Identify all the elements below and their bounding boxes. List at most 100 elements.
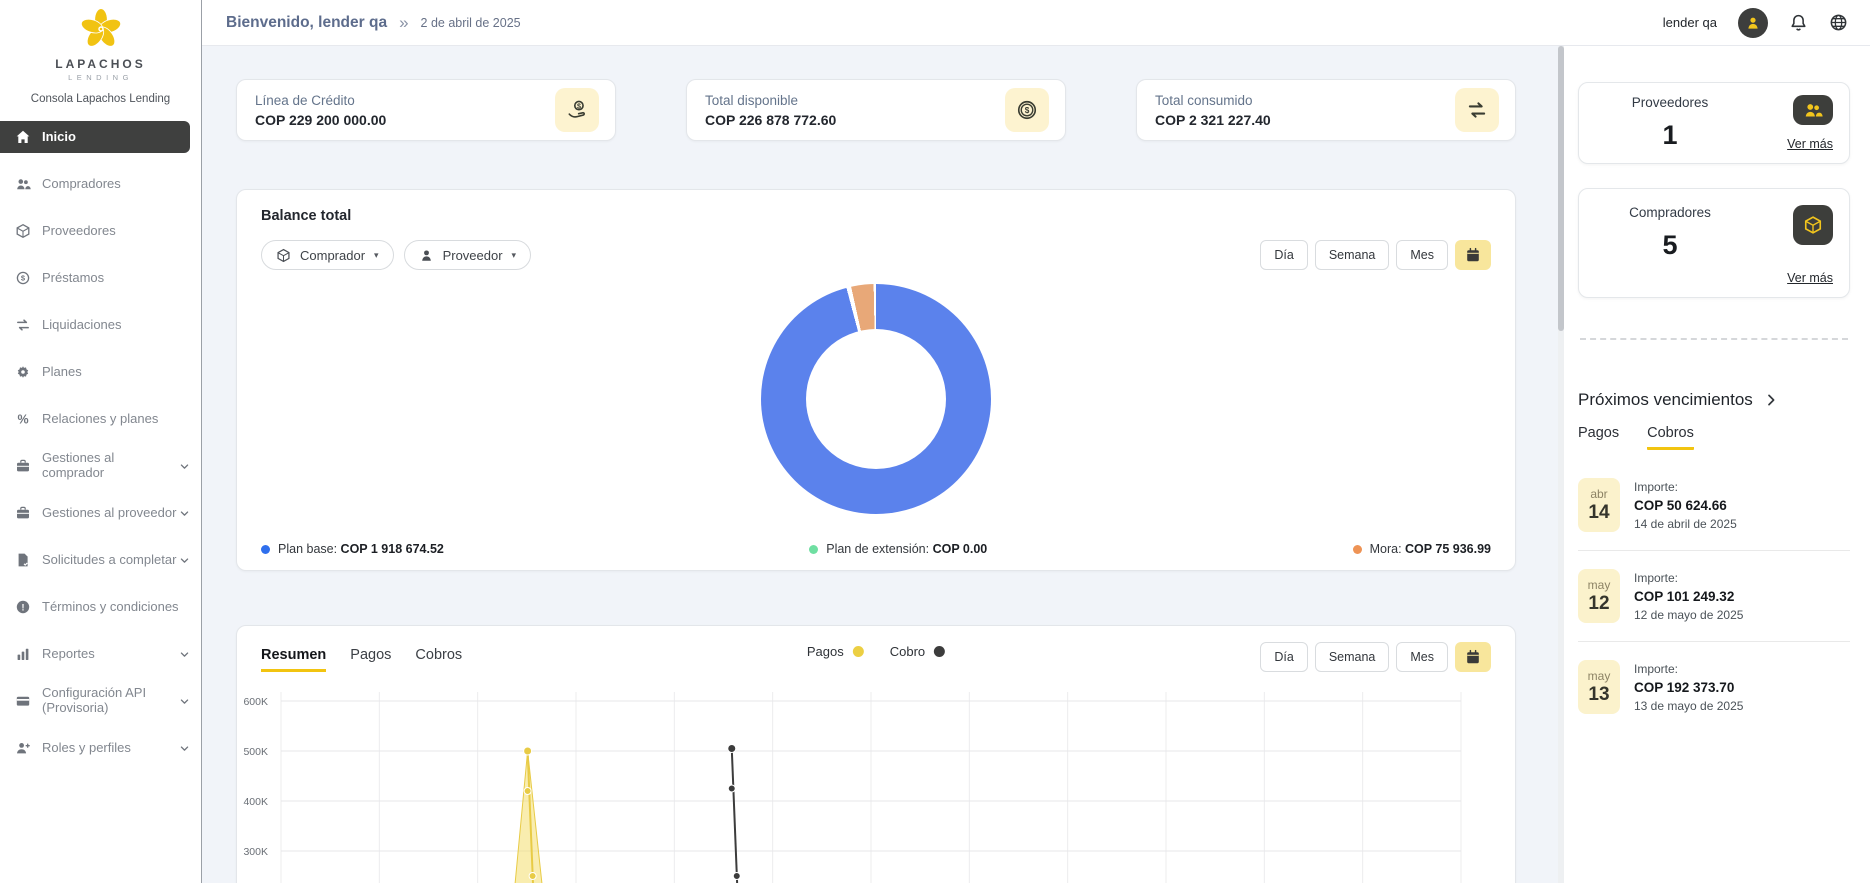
sidebar-item-prestamos[interactable]: $Préstamos bbox=[0, 262, 201, 294]
upcoming-tab-pagos[interactable]: Pagos bbox=[1578, 425, 1619, 450]
upcoming-tab-cobros[interactable]: Cobros bbox=[1647, 425, 1694, 450]
stat-card: Total consumidoCOP 2 321 227.40 bbox=[1136, 79, 1516, 141]
importe-amount: COP 101 249.32 bbox=[1634, 589, 1743, 604]
balance-period-semana[interactable]: Semana bbox=[1315, 240, 1390, 270]
dashed-divider bbox=[1580, 338, 1848, 340]
sidebar-item-terminos-y-condiciones[interactable]: !Términos y condiciones bbox=[0, 591, 201, 623]
bars-icon bbox=[15, 646, 31, 662]
date-chip: may12 bbox=[1578, 569, 1620, 623]
legend-dot-icon bbox=[261, 545, 270, 554]
balance-period-dia[interactable]: Día bbox=[1260, 240, 1307, 270]
line-chart-svg: 600K500K400K300K bbox=[241, 684, 1491, 883]
sidebar-item-gestiones-al-proveedor[interactable]: Gestiones al proveedor bbox=[0, 497, 201, 529]
right-card-label: Proveedores bbox=[1595, 95, 1745, 110]
balance-legend-item: Mora: COP 75 936.99 bbox=[1353, 542, 1491, 556]
right-card-icon-badge bbox=[1793, 205, 1833, 245]
chevron-right-icon[interactable] bbox=[1763, 392, 1779, 408]
svg-text:$: $ bbox=[577, 102, 581, 110]
summary-tab-resumen[interactable]: Resumen bbox=[261, 647, 326, 672]
summary-tabs-row: ResumenPagosCobros PagosCobro DíaSemanaM… bbox=[261, 642, 1491, 672]
importe-label: Importe: bbox=[1634, 571, 1743, 585]
home-icon bbox=[15, 129, 31, 145]
notifications-bell-button[interactable] bbox=[1789, 13, 1808, 32]
sidebar-item-reportes[interactable]: Reportes bbox=[0, 638, 201, 670]
stat-label: Total disponible bbox=[705, 93, 836, 108]
summary-tab-cobros[interactable]: Cobros bbox=[415, 647, 462, 672]
right-card-text: Proveedores 1 bbox=[1595, 95, 1745, 151]
sidebar-item-planes[interactable]: Planes bbox=[0, 356, 201, 388]
right-panel: Proveedores1Ver másCompradores5Ver más P… bbox=[1564, 46, 1870, 883]
sidebar-item-proveedores[interactable]: Proveedores bbox=[0, 215, 201, 247]
stat-icon-badge bbox=[1455, 88, 1499, 132]
sidebar-item-label: Liquidaciones bbox=[42, 318, 122, 333]
header-date: 2 de abril de 2025 bbox=[421, 16, 521, 30]
upcoming-tabs: Pagos Cobros bbox=[1578, 425, 1850, 450]
content-row: Línea de CréditoCOP 229 200 000.00$Total… bbox=[202, 46, 1870, 883]
lapachos-flower-logo bbox=[80, 8, 122, 50]
filter-chip-comprador[interactable]: Comprador▾ bbox=[261, 240, 394, 270]
sidebar-item-inicio[interactable]: Inicio bbox=[0, 121, 190, 153]
legend-dot-icon bbox=[809, 545, 818, 554]
importe-date: 12 de mayo de 2025 bbox=[1634, 608, 1743, 622]
sidebar-item-label: Gestiones al comprador bbox=[42, 451, 178, 481]
ver-mas-link[interactable]: Ver más bbox=[1787, 271, 1833, 285]
calendar-icon bbox=[1465, 649, 1481, 665]
sidebar-item-liquidaciones[interactable]: Liquidaciones bbox=[0, 309, 201, 341]
sidebar-nav: Inicio Compradores Proveedores $Préstamos Li… bbox=[0, 121, 201, 779]
language-globe-button[interactable] bbox=[1829, 13, 1848, 32]
coin2-icon: $ bbox=[1016, 99, 1038, 121]
vertical-scrollbar[interactable] bbox=[1558, 46, 1564, 883]
summary-period-semana[interactable]: Semana bbox=[1315, 642, 1390, 672]
balance-filter-chips: Comprador▾ Proveedor▾ bbox=[261, 240, 531, 270]
filter-chip-proveedor[interactable]: Proveedor▾ bbox=[404, 240, 532, 270]
balance-donut-chart bbox=[761, 284, 991, 514]
upcoming-item: abr14Importe:COP 50 624.6614 de abril de… bbox=[1578, 478, 1850, 532]
balance-calendar-button[interactable] bbox=[1455, 240, 1491, 270]
right-card-count: 5 bbox=[1595, 230, 1745, 261]
legend-dot-icon bbox=[934, 646, 945, 657]
briefcase-icon bbox=[15, 505, 31, 521]
balance-period-mes[interactable]: Mes bbox=[1396, 240, 1448, 270]
sidebar-item-label: Configuración API (Provisoria) bbox=[42, 686, 178, 716]
upcoming-list: abr14Importe:COP 50 624.6614 de abril de… bbox=[1578, 478, 1850, 714]
top-header: Bienvenido, lender qa » 2 de abril de 20… bbox=[202, 0, 1870, 46]
user-avatar[interactable] bbox=[1738, 8, 1768, 38]
list-divider bbox=[1578, 641, 1850, 642]
chevron-down-icon bbox=[178, 554, 191, 567]
right-card-compradores: Compradores5Ver más bbox=[1578, 188, 1850, 298]
percent-icon: % bbox=[15, 411, 31, 427]
balance-card: Balance total Comprador▾Proveedor▾ DíaSe… bbox=[236, 189, 1516, 571]
summary-tab-pagos[interactable]: Pagos bbox=[350, 647, 391, 672]
right-card-count: 1 bbox=[1595, 120, 1745, 151]
handcoin-icon: $ bbox=[566, 99, 588, 121]
card-icon bbox=[15, 693, 31, 709]
summary-period-mes[interactable]: Mes bbox=[1396, 642, 1448, 672]
sidebar-item-label: Solicitudes a completar bbox=[42, 553, 176, 568]
date-chip-day: 12 bbox=[1588, 593, 1609, 615]
cube-icon bbox=[1803, 215, 1823, 235]
sidebar-item-compradores[interactable]: Compradores bbox=[0, 168, 201, 200]
summary-chart-card: ResumenPagosCobros PagosCobro DíaSemanaM… bbox=[236, 625, 1516, 883]
balance-filter-row: Comprador▾ Proveedor▾ Día SemanaMes bbox=[261, 240, 1491, 270]
sidebar-item-roles-y-perfiles[interactable]: Roles y perfiles bbox=[0, 732, 201, 764]
chevron-down-icon bbox=[178, 695, 191, 708]
summary-calendar-button[interactable] bbox=[1455, 642, 1491, 672]
scrollbar-thumb[interactable] bbox=[1558, 46, 1564, 331]
stats-row: Línea de CréditoCOP 229 200 000.00$Total… bbox=[236, 79, 1516, 141]
sidebar-item-solicitudes-a-completar[interactable]: Solicitudes a completar bbox=[0, 544, 201, 576]
bell-icon bbox=[1789, 13, 1808, 32]
sidebar-item-gestiones-al-comprador[interactable]: Gestiones al comprador bbox=[0, 450, 201, 482]
summary-period-dia[interactable]: Día bbox=[1260, 642, 1307, 672]
globe-icon bbox=[1829, 13, 1848, 32]
right-card-side: Ver más bbox=[1787, 95, 1833, 151]
sidebar-item-configuracion-api[interactable]: Configuración API (Provisoria) bbox=[0, 685, 201, 717]
sidebar-item-label: Planes bbox=[42, 365, 82, 380]
header-actions: lender qa bbox=[1663, 8, 1848, 38]
svg-text:600K: 600K bbox=[243, 696, 268, 708]
briefcase-icon bbox=[15, 458, 31, 474]
ver-mas-link[interactable]: Ver más bbox=[1787, 137, 1833, 151]
importe-amount: COP 192 373.70 bbox=[1634, 680, 1743, 695]
stat-icon-badge: $ bbox=[555, 88, 599, 132]
sidebar-item-relaciones-y-planes[interactable]: %Relaciones y planes bbox=[0, 403, 201, 435]
stat-value: COP 229 200 000.00 bbox=[255, 112, 386, 128]
